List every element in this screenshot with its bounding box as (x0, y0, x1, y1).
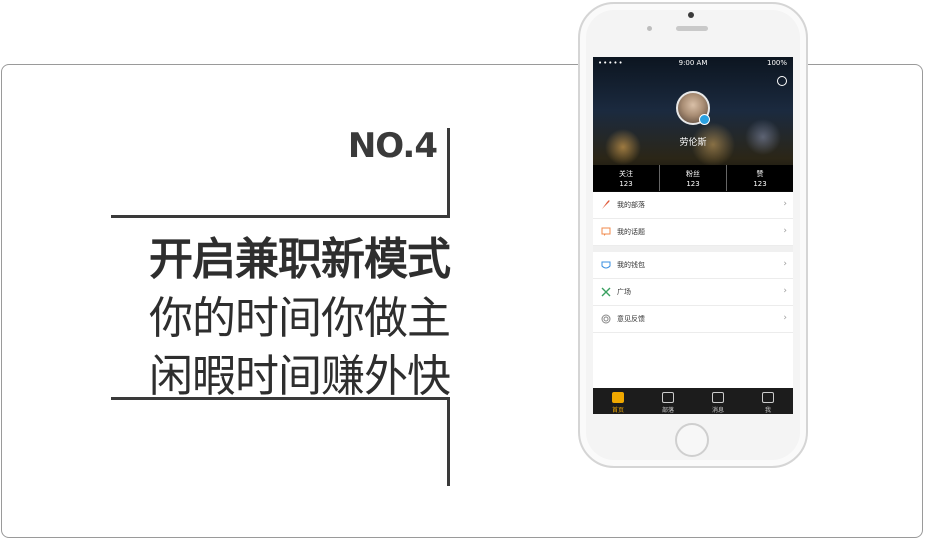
tab-tribe[interactable]: 部落 (643, 388, 693, 414)
chevron-right-icon: › (783, 286, 787, 296)
stat-likes[interactable]: 赞 123 (727, 165, 793, 191)
stat-value: 123 (686, 180, 700, 188)
speaker-grille (676, 26, 708, 31)
tab-messages[interactable]: 消息 (693, 388, 743, 414)
tab-bar: 首页 部落 消息 我 (593, 388, 793, 414)
status-time: 9:00 AM (678, 59, 708, 67)
tab-me[interactable]: 我 (743, 388, 793, 414)
profile-header: ••••• 9:00 AM 100% 劳伦斯 关注 123 粉丝 123 赞 1… (593, 57, 793, 192)
verified-badge-icon (699, 114, 710, 125)
battery-level: 100% (766, 59, 787, 67)
tab-label: 部落 (661, 407, 674, 414)
camera-icon (688, 12, 694, 18)
menu-item-feedback[interactable]: 意见反馈 › (593, 306, 793, 333)
menu-item-label: 广场 (617, 288, 631, 296)
divider-vertical-bottom (447, 400, 450, 486)
menu-item-my-tribe[interactable]: 我的部落 › (593, 192, 793, 219)
menu-item-square[interactable]: 广场 › (593, 279, 793, 306)
settings-gear-icon[interactable] (777, 76, 787, 86)
tab-label: 我 (764, 407, 771, 414)
stat-fans[interactable]: 粉丝 123 (660, 165, 727, 191)
username: 劳伦斯 (679, 138, 707, 148)
menu-item-my-topics[interactable]: 我的话题 › (593, 219, 793, 246)
divider-horizontal-top (111, 215, 450, 218)
stat-label: 粉丝 (686, 170, 700, 178)
stat-value: 123 (619, 180, 633, 188)
sensor-icon (647, 26, 652, 31)
feedback-circle-icon (601, 314, 611, 324)
chevron-right-icon: › (783, 259, 787, 269)
promo-line-2: 闲暇时间赚外快 (149, 351, 451, 402)
divider-vertical-top (447, 128, 450, 190)
chevron-right-icon: › (783, 313, 787, 323)
tab-label: 消息 (711, 407, 724, 414)
chat-screen-icon (601, 227, 611, 236)
phone-screen: ••••• 9:00 AM 100% 劳伦斯 关注 123 粉丝 123 赞 1… (593, 57, 793, 414)
chevron-right-icon: › (783, 226, 787, 236)
promo-headline: 开启兼职新模式 (149, 234, 451, 285)
menu-item-label: 意见反馈 (617, 315, 645, 323)
feather-icon (602, 200, 610, 209)
wallet-icon (601, 261, 611, 269)
divider-vertical-middle (447, 187, 450, 218)
promo-line-1: 你的时间你做主 (149, 293, 451, 344)
tools-icon (601, 287, 611, 297)
profile-menu: 我的部落 › 我的话题 › 我的钱包 › 广场 › 意见反馈 › (593, 192, 793, 333)
stat-label: 赞 (756, 170, 764, 178)
stats-bar: 关注 123 粉丝 123 赞 123 (593, 165, 793, 191)
menu-item-wallet[interactable]: 我的钱包 › (593, 252, 793, 279)
tent-tab-icon (662, 392, 674, 403)
avatar[interactable] (676, 91, 710, 125)
status-bar: ••••• 9:00 AM 100% (593, 57, 793, 69)
menu-item-label: 我的部落 (617, 201, 645, 209)
chevron-right-icon: › (783, 199, 787, 209)
menu-item-label: 我的钱包 (617, 261, 645, 269)
me-tab-icon (762, 392, 774, 403)
stat-follow[interactable]: 关注 123 (593, 165, 660, 191)
home-button[interactable] (675, 423, 709, 457)
home-tab-icon (612, 392, 624, 403)
promo-number: NO.4 (347, 126, 438, 166)
tab-home[interactable]: 首页 (593, 388, 643, 414)
menu-item-label: 我的话题 (617, 228, 645, 236)
message-tab-icon (712, 392, 724, 403)
stat-value: 123 (753, 180, 767, 188)
stat-label: 关注 (619, 170, 633, 178)
tab-label: 首页 (611, 407, 624, 414)
